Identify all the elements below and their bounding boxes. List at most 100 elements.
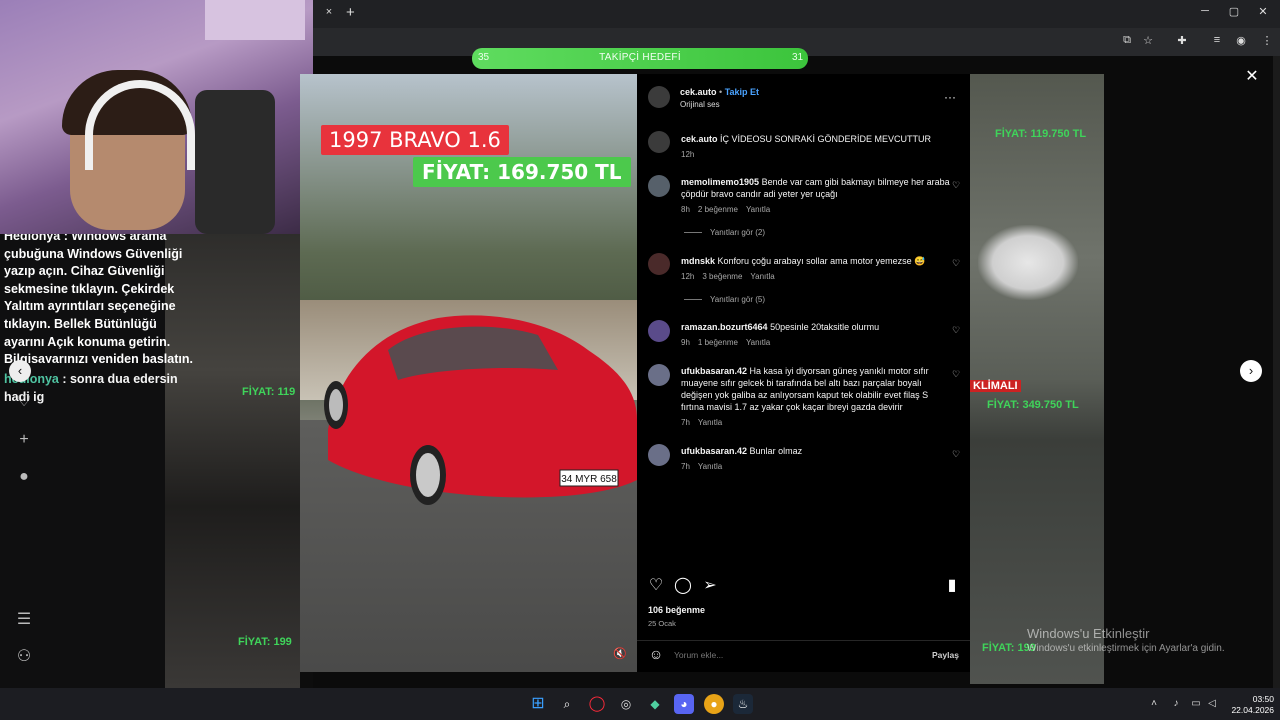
divider [637, 640, 970, 641]
discord-icon[interactable]: ◕ [674, 694, 694, 714]
profile-icon[interactable]: ◉ [1233, 34, 1249, 50]
comment-likes[interactable]: 1 beğenme [698, 338, 738, 347]
follow-button[interactable]: Takip Et [725, 87, 759, 97]
menu-icon[interactable]: ☰ [14, 609, 34, 629]
author-avatar[interactable] [648, 86, 670, 108]
page-scrollbar[interactable] [1273, 56, 1280, 688]
steam-icon[interactable]: ♨ [733, 694, 753, 714]
new-tab-button[interactable]: + [346, 4, 360, 21]
license-plate: 34 MYR 658 [561, 474, 617, 485]
minimize-button[interactable]: ─ [1196, 5, 1214, 21]
chat-message: Hedionya : Windows arama çubuğuna Window… [4, 229, 193, 363]
comment-username[interactable]: cek.auto [681, 134, 718, 144]
like-comment-icon[interactable]: ♡ [951, 325, 961, 335]
taskbar [0, 688, 1280, 720]
see-replies-button[interactable]: Yanıtları gör (2) [684, 228, 765, 237]
comment-text: ramazan.bozurt6464 50pesinle 20taksitle … [681, 321, 951, 333]
comment-text: ufukbasaran.42 Ha kasa iyi diyorsan güne… [681, 365, 951, 413]
reply-button[interactable]: Yanıtla [698, 462, 722, 471]
mute-icon[interactable]: 🔇 [612, 647, 628, 663]
reply-button[interactable]: Yanıtla [698, 418, 722, 427]
comment-username[interactable]: ramazan.bozurt6464 [681, 322, 768, 332]
volume-icon[interactable]: ◁ [1206, 698, 1218, 710]
video-title-badge: 1997 BRAVO 1.6 [321, 125, 509, 155]
author-username[interactable]: cek.auto [680, 87, 717, 97]
network-icon[interactable]: ▭ [1190, 698, 1202, 710]
commenter-avatar[interactable] [648, 444, 670, 466]
comment-username[interactable]: mdnskk [681, 256, 715, 266]
comment-username[interactable]: ufukbasaran.42 [681, 446, 747, 456]
comment-username[interactable]: memolimemo1905 [681, 177, 759, 187]
star-icon[interactable]: ☆ [1140, 34, 1156, 50]
caption-text: İÇ VİDEOSU SONRAKİ GÖNDERİDE MEVCUTTUR [720, 134, 932, 144]
comment-text: memolimemo1905 Bende var cam gibi bakmay… [681, 176, 951, 200]
media-icon[interactable]: ≡ [1209, 34, 1225, 50]
comment-likes[interactable]: 3 beğenme [702, 272, 742, 281]
background-car-image [978, 225, 1078, 300]
tray-expand-icon[interactable]: ˄ [1148, 698, 1160, 710]
comment-likes[interactable]: 2 beğenme [698, 205, 738, 214]
commenter-avatar[interactable] [648, 175, 670, 197]
menu-icon[interactable]: ⋮ [1259, 34, 1275, 50]
caption-time: 12h [681, 150, 695, 159]
plus-icon[interactable]: + [14, 431, 34, 451]
share-icon[interactable]: ➢ [701, 577, 719, 595]
prev-arrow-button[interactable]: ‹ [9, 360, 31, 382]
like-comment-icon[interactable]: ♡ [951, 369, 961, 379]
chrome-icon[interactable]: ● [704, 694, 724, 714]
extensions-icon[interactable]: ✚ [1174, 34, 1190, 50]
tab-close-icon[interactable]: × [322, 6, 336, 20]
author-avatar[interactable] [648, 131, 670, 153]
emoji-icon[interactable]: ☺ [647, 646, 665, 664]
goal-label: TAKİPÇİ HEDEFİ [599, 52, 681, 63]
tab-search-icon[interactable]: ⧉ [1119, 34, 1135, 50]
webcam-shelf [205, 0, 305, 40]
opera-icon[interactable]: ◯ [587, 694, 607, 714]
windows-start-icon[interactable]: ⊞ [528, 694, 548, 714]
like-icon[interactable]: ♡ [647, 577, 665, 595]
background-thumbnails-right [970, 74, 1104, 684]
background-price-label: FİYAT: 119 [242, 386, 296, 398]
more-options-icon[interactable]: ··· [944, 90, 956, 104]
like-comment-icon[interactable]: ♡ [951, 449, 961, 459]
share-comment-button[interactable]: Paylaş [932, 650, 959, 660]
search-icon[interactable]: ⌕ [557, 694, 577, 714]
recorder-icon[interactable]: ◎ [616, 694, 636, 714]
comment-icon[interactable]: ◯ [674, 577, 692, 595]
reply-button[interactable]: Yanıtla [746, 205, 770, 214]
windows-activation-subtitle: Windows'u etkinleştirmek için Ayarlar'a … [1027, 643, 1225, 654]
audio-label[interactable]: Orijinal ses [680, 100, 720, 109]
maximize-button[interactable]: ▢ [1225, 5, 1243, 21]
apps-icon[interactable]: ⚇ [14, 646, 34, 666]
heart-icon[interactable]: ♡ [14, 391, 34, 411]
vpn-icon[interactable]: ◆ [645, 694, 665, 714]
reply-button[interactable]: Yanıtla [746, 338, 770, 347]
close-modal-icon[interactable]: ✕ [1243, 66, 1261, 85]
likes-count[interactable]: 106 beğenme [648, 605, 705, 615]
comment-text: mdnskk Konforu çoğu arabayı sollar ama m… [681, 255, 951, 267]
goal-target-value: 31 [792, 52, 804, 63]
save-bookmark-icon[interactable]: ▮ [943, 577, 961, 595]
microphone-icon[interactable]: ♪ [1170, 698, 1182, 710]
see-replies-button[interactable]: Yanıtları gör (5) [684, 295, 765, 304]
clock-time[interactable]: 03:50 [1234, 694, 1274, 704]
like-comment-icon[interactable]: ♡ [951, 180, 961, 190]
comment-input[interactable] [674, 649, 914, 661]
like-comment-icon[interactable]: ♡ [951, 258, 961, 268]
next-arrow-button[interactable]: › [1240, 360, 1262, 382]
commenter-avatar[interactable] [648, 320, 670, 342]
comment-username[interactable]: ufukbasaran.42 [681, 366, 747, 376]
post-header: cek.auto • Takip Et [680, 87, 760, 97]
video-price-badge: FİYAT: 169.750 TL [413, 157, 631, 187]
avatar-icon[interactable]: ● [14, 468, 34, 488]
post-date: 25 Ocak [648, 619, 676, 628]
close-window-button[interactable]: ✕ [1254, 5, 1272, 21]
clock-date[interactable]: 22.04.2026 [1226, 705, 1274, 715]
background-price-label: FİYAT: 349.750 TL [987, 399, 1079, 411]
comment-time: 7h [681, 462, 690, 471]
comment-time: 12h [681, 272, 695, 281]
commenter-avatar[interactable] [648, 364, 670, 386]
comment-body: 50pesinle 20taksitle olurmu [770, 322, 880, 332]
commenter-avatar[interactable] [648, 253, 670, 275]
reply-button[interactable]: Yanıtla [750, 272, 774, 281]
